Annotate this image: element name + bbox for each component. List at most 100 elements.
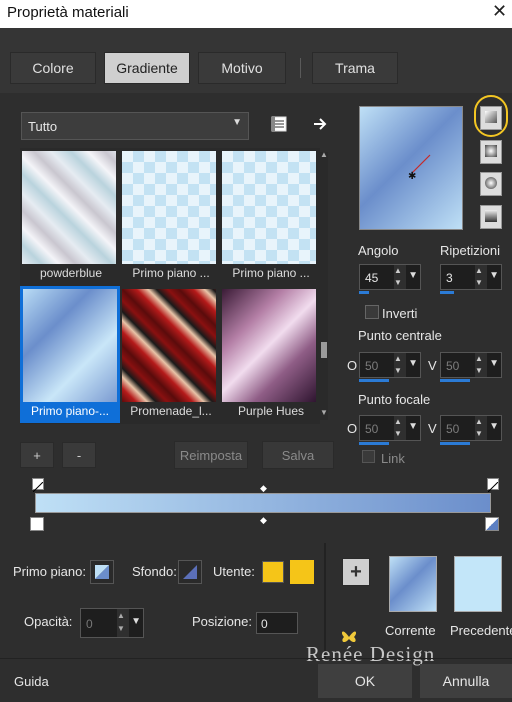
gradient-preview (22, 151, 116, 264)
save-button[interactable]: Salva (262, 441, 334, 469)
previous-swatch[interactable] (454, 556, 502, 612)
chevron-down-icon[interactable]: ▼ (489, 270, 499, 281)
current-label: Corrente (385, 623, 436, 638)
repeats-label: Ripetizioni (440, 243, 500, 258)
chevron-down-icon[interactable]: ▼ (408, 421, 418, 432)
vertical-divider (324, 543, 326, 658)
center-v-slider[interactable] (440, 379, 470, 382)
midpoint-diamond-icon[interactable]: ◆ (260, 515, 267, 526)
angle-slider[interactable] (359, 291, 369, 294)
stepper-arrows-icon[interactable]: ▲ ▼ (394, 416, 406, 440)
opacity-label: Opacità: (24, 614, 73, 629)
chevron-down-icon[interactable]: ▼ (320, 408, 328, 417)
color-stop-left[interactable] (30, 517, 44, 531)
gradient-editor-bar[interactable] (35, 493, 491, 513)
center-v-input[interactable]: 50 ▲ ▼ ▼ (440, 352, 502, 378)
svg-text:✱: ✱ (408, 171, 416, 182)
help-link[interactable]: Guida (14, 674, 49, 689)
focal-v-slider[interactable] (440, 442, 470, 445)
title-bar: Proprietà materiali ✕ (0, 0, 512, 28)
center-h-value: 50 (365, 359, 379, 373)
category-dropdown[interactable]: Tutto ▼ (21, 112, 249, 140)
position-label: Posizione: (192, 614, 252, 629)
chevron-down-icon[interactable]: ▼ (408, 358, 418, 369)
reset-button[interactable]: Reimposta (174, 441, 248, 469)
current-swatch[interactable] (389, 556, 437, 612)
radial-style-icon[interactable] (480, 172, 502, 196)
gradient-name: Primo piano ... (232, 266, 310, 280)
tab-separator (300, 58, 301, 78)
chevron-down-icon[interactable]: ▼ (131, 616, 141, 627)
focal-v-input[interactable]: 50 ▲ ▼ ▼ (440, 415, 502, 441)
gallery-scrollbar[interactable]: ▲ ▼ (320, 150, 328, 420)
add-gradient-button[interactable]: + (20, 442, 54, 468)
background-swatch[interactable] (178, 560, 202, 584)
gradient-name: Primo piano-... (21, 402, 119, 420)
repeats-slider[interactable] (440, 291, 454, 294)
foreground-swatch[interactable] (90, 560, 114, 584)
close-icon[interactable]: ✕ (492, 1, 507, 22)
tab-trama[interactable]: Trama (312, 52, 398, 84)
gradient-thumb-primo-piano-2[interactable]: Primo piano ... (222, 151, 320, 282)
gradient-thumb-primo-piano-selected[interactable]: Primo piano-... (20, 286, 120, 423)
stepper-arrows-icon[interactable]: ▲ ▼ (117, 609, 129, 637)
rectangular-style-icon[interactable] (480, 140, 502, 164)
stepper-arrows-icon[interactable]: ▲ ▼ (394, 265, 406, 289)
chevron-down-icon[interactable]: ▼ (489, 421, 499, 432)
focal-h-label: O (347, 421, 358, 436)
stepper-arrows-icon[interactable]: ▲ ▼ (394, 353, 406, 377)
user-color-preview[interactable] (290, 560, 314, 584)
chevron-up-icon[interactable]: ▲ (320, 150, 328, 159)
gradient-thumb-primo-piano-1[interactable]: Primo piano ... (122, 151, 220, 282)
center-label: Punto centrale (358, 328, 442, 343)
gradient-preview (122, 151, 216, 264)
center-h-input[interactable]: 50 ▲ ▼ ▼ (359, 352, 421, 378)
gradient-preview (222, 151, 316, 264)
add-swatch-button[interactable]: + (342, 558, 370, 586)
stop-marker-icon[interactable] (32, 478, 44, 493)
tab-colore[interactable]: Colore (10, 52, 96, 84)
center-v-value: 50 (446, 359, 460, 373)
ok-button[interactable]: OK (318, 664, 412, 698)
arrow-right-icon[interactable] (311, 115, 329, 133)
gradient-name: Primo piano ... (132, 266, 210, 280)
angle-input[interactable]: 45 ▲ ▼ ▼ (359, 264, 421, 290)
user-label: Utente: (213, 564, 255, 579)
remove-gradient-button[interactable]: - (62, 442, 96, 468)
chevron-down-icon[interactable]: ▼ (489, 358, 499, 369)
gradient-thumb-purple-hues[interactable]: Purple Hues (222, 289, 320, 420)
focal-h-slider[interactable] (359, 442, 389, 445)
stop-marker-icon[interactable] (487, 478, 499, 493)
chevron-down-icon[interactable]: ▼ (408, 270, 418, 281)
center-h-label: O (347, 358, 358, 373)
scrollbar-thumb[interactable] (321, 342, 327, 358)
gradient-thumb-promenade[interactable]: Promenade_l... (122, 289, 220, 420)
color-stop-right[interactable] (485, 517, 499, 531)
stepper-arrows-icon[interactable]: ▲ ▼ (475, 353, 487, 377)
gradient-thumb-powderblue[interactable]: powderblue (22, 151, 120, 282)
cancel-button[interactable]: Annulla (420, 664, 512, 698)
background-label: Sfondo: (132, 564, 177, 579)
tab-gradiente[interactable]: Gradiente (104, 52, 190, 84)
window-title: Proprietà materiali (7, 4, 129, 21)
sunburst-style-icon[interactable] (480, 205, 502, 229)
footer-divider (0, 658, 512, 659)
link-checkbox[interactable] (362, 450, 375, 463)
focal-h-input[interactable]: 50 ▲ ▼ ▼ (359, 415, 421, 441)
repeats-input[interactable]: 3 ▲ ▼ ▼ (440, 264, 502, 290)
center-h-slider[interactable] (359, 379, 389, 382)
user-color-swatch[interactable] (262, 561, 284, 583)
gradient-preview (23, 289, 117, 402)
position-input[interactable]: 0 (256, 612, 298, 634)
gradient-name: Purple Hues (237, 404, 305, 418)
category-value: Tutto (28, 119, 58, 134)
gradient-preview-large[interactable]: ✱ (359, 106, 463, 230)
opacity-input[interactable]: 0 ▲ ▼ ▼ (80, 608, 144, 638)
stepper-arrows-icon[interactable]: ▲ ▼ (475, 265, 487, 289)
linear-style-icon[interactable] (480, 106, 502, 130)
invert-checkbox[interactable] (365, 305, 379, 319)
angle-handle-icon[interactable]: ✱ (400, 145, 440, 185)
tab-motivo[interactable]: Motivo (198, 52, 286, 84)
stepper-arrows-icon[interactable]: ▲ ▼ (475, 416, 487, 440)
library-icon[interactable] (270, 115, 288, 133)
